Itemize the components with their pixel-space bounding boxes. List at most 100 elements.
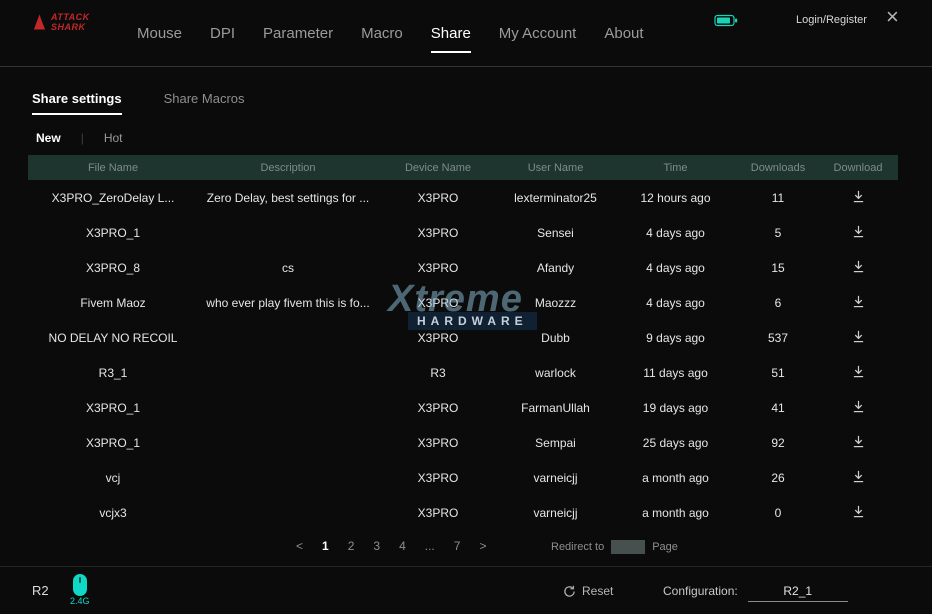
col-device-name: Device Name xyxy=(378,162,498,174)
table-header: File Name Description Device Name User N… xyxy=(28,155,898,180)
brand-name: ATTACK SHARK xyxy=(51,12,99,33)
cell-time: 4 days ago xyxy=(613,296,738,310)
cell-time: 19 days ago xyxy=(613,401,738,415)
download-icon[interactable] xyxy=(852,435,865,448)
table-body: X3PRO_ZeroDelay L...Zero Delay, best set… xyxy=(28,180,898,530)
nav-share[interactable]: Share xyxy=(431,21,471,46)
nav-macro[interactable]: Macro xyxy=(361,21,403,46)
page-4[interactable]: 4 xyxy=(399,539,406,553)
mouse-icon xyxy=(72,573,88,597)
filter-new[interactable]: New xyxy=(36,131,61,145)
cell-user-name: warlock xyxy=(498,366,613,380)
nav-my-account[interactable]: My Account xyxy=(499,21,577,46)
configuration-control: Configuration: R2_1 xyxy=(663,584,848,602)
cell-downloads: 41 xyxy=(738,401,818,415)
tab-share-settings[interactable]: Share settings xyxy=(32,91,122,115)
cell-download xyxy=(818,365,898,381)
close-button[interactable]: × xyxy=(886,6,899,28)
cell-download xyxy=(818,190,898,206)
filter-divider: | xyxy=(81,131,84,145)
cell-file-name: Fivem Maoz xyxy=(28,296,198,310)
table-row: X3PRO_ZeroDelay L...Zero Delay, best set… xyxy=(28,180,898,215)
filter-hot[interactable]: Hot xyxy=(104,131,123,145)
cell-time: 4 days ago xyxy=(613,261,738,275)
table-row: X3PRO_1X3PROSensei4 days ago5 xyxy=(28,215,898,250)
cell-downloads: 92 xyxy=(738,436,818,450)
top-bar: ATTACK SHARK Mouse DPI Parameter Macro S… xyxy=(0,0,932,67)
cell-time: 11 days ago xyxy=(613,366,738,380)
cell-file-name: vcj xyxy=(28,471,198,485)
connected-mouse-widget[interactable]: 2.4G xyxy=(70,573,90,606)
cell-file-name: X3PRO_8 xyxy=(28,261,198,275)
page-3[interactable]: 3 xyxy=(373,539,380,553)
login-register-link[interactable]: Login/Register xyxy=(796,14,867,26)
cell-device-name: X3PRO xyxy=(378,506,498,520)
cell-device-name: X3PRO xyxy=(378,436,498,450)
page-prev[interactable]: < xyxy=(296,539,303,553)
cell-device-name: X3PRO xyxy=(378,401,498,415)
nav-mouse[interactable]: Mouse xyxy=(137,21,182,46)
cell-download xyxy=(818,400,898,416)
nav-parameter[interactable]: Parameter xyxy=(263,21,333,46)
cell-downloads: 26 xyxy=(738,471,818,485)
download-icon[interactable] xyxy=(852,470,865,483)
cell-user-name: FarmanUllah xyxy=(498,401,613,415)
configuration-value[interactable]: R2_1 xyxy=(748,584,848,602)
cell-time: a month ago xyxy=(613,471,738,485)
cell-description: who ever play fivem this is fo... xyxy=(198,296,378,310)
download-icon[interactable] xyxy=(852,225,865,238)
cell-downloads: 51 xyxy=(738,366,818,380)
download-icon[interactable] xyxy=(852,190,865,203)
download-icon[interactable] xyxy=(852,400,865,413)
cell-file-name: X3PRO_ZeroDelay L... xyxy=(28,191,198,205)
reset-button[interactable]: Reset xyxy=(563,584,613,598)
download-icon[interactable] xyxy=(852,365,865,378)
cell-downloads: 0 xyxy=(738,506,818,520)
table-row: R3_1R3warlock11 days ago51 xyxy=(28,355,898,390)
app-window: ATTACK SHARK Mouse DPI Parameter Macro S… xyxy=(0,0,932,613)
cell-description: cs xyxy=(198,261,378,275)
col-user-name: User Name xyxy=(498,162,613,174)
cell-downloads: 15 xyxy=(738,261,818,275)
cell-user-name: Dubb xyxy=(498,331,613,345)
connection-type-label: 2.4G xyxy=(70,596,90,606)
nav-dpi[interactable]: DPI xyxy=(210,21,235,46)
download-icon[interactable] xyxy=(852,260,865,273)
page-7[interactable]: 7 xyxy=(454,539,461,553)
table-row: X3PRO_1 X3PROFarmanUllah19 days ago41 xyxy=(28,390,898,425)
page-2[interactable]: 2 xyxy=(348,539,355,553)
download-icon[interactable] xyxy=(852,330,865,343)
cell-downloads: 5 xyxy=(738,226,818,240)
download-icon[interactable] xyxy=(852,505,865,518)
status-bar: R2 2.4G Reset Configuration: R2_1 xyxy=(0,566,932,614)
redirect-page-input[interactable] xyxy=(611,540,645,554)
cell-download xyxy=(818,260,898,276)
brand-logo: ATTACK SHARK xyxy=(32,12,99,33)
tab-share-macros[interactable]: Share Macros xyxy=(164,91,245,115)
table-row: vcjx3 X3PROvarneicjja month ago0 xyxy=(28,495,898,530)
cell-downloads: 6 xyxy=(738,296,818,310)
col-download: Download xyxy=(818,162,898,174)
cell-device-name: X3PRO xyxy=(378,331,498,345)
cell-time: a month ago xyxy=(613,506,738,520)
table-row: NO DELAY NO RECOILX3PRODubb9 days ago537 xyxy=(28,320,898,355)
cell-time: 4 days ago xyxy=(613,226,738,240)
nav-about[interactable]: About xyxy=(604,21,643,46)
cell-device-name: X3PRO xyxy=(378,261,498,275)
pagination: < 1 2 3 4 ... 7 > xyxy=(296,539,486,553)
sort-filters: New | Hot xyxy=(36,131,123,145)
cell-file-name: R3_1 xyxy=(28,366,198,380)
download-icon[interactable] xyxy=(852,295,865,308)
main-nav: Mouse DPI Parameter Macro Share My Accou… xyxy=(137,0,644,66)
page-1[interactable]: 1 xyxy=(322,539,329,553)
cell-device-name: X3PRO xyxy=(378,226,498,240)
cell-user-name: varneicjj xyxy=(498,506,613,520)
cell-user-name: Sempai xyxy=(498,436,613,450)
col-file-name: File Name xyxy=(28,162,198,174)
cell-download xyxy=(818,470,898,486)
page-next[interactable]: > xyxy=(479,539,486,553)
reset-label: Reset xyxy=(582,584,613,598)
cell-file-name: vcjx3 xyxy=(28,506,198,520)
cell-user-name: Sensei xyxy=(498,226,613,240)
cell-file-name: X3PRO_1 xyxy=(28,401,198,415)
